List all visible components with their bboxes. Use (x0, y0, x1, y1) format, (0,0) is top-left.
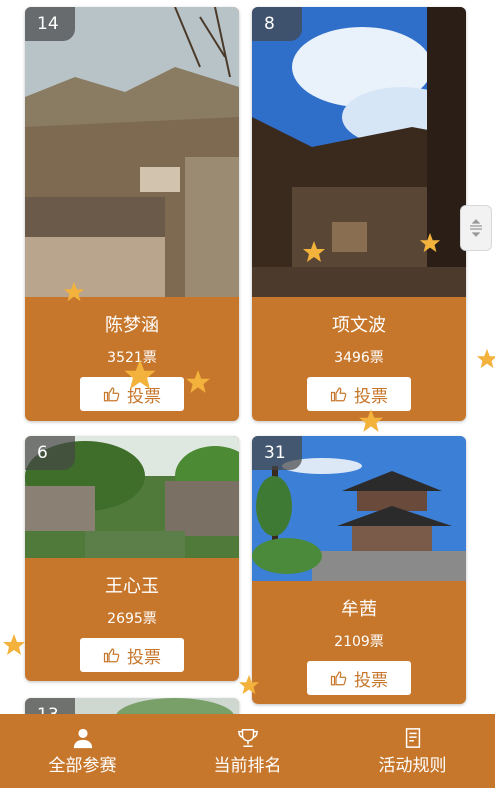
vote-count: 3496票 (334, 350, 384, 366)
thumbs-up-icon (103, 387, 120, 402)
tab-label: 全部参赛 (48, 755, 117, 776)
star-decoration (238, 674, 260, 695)
contestant-card[interactable]: 8 项文波 3496票 投票 (252, 7, 466, 421)
tab-label: 当前排名 (213, 755, 282, 776)
tab-activity-rules[interactable]: 活动规则 (330, 714, 495, 788)
contestant-photo[interactable]: 31 (252, 436, 466, 581)
contestant-number: 6 (25, 436, 75, 470)
contestant-photo[interactable]: 14 (25, 7, 239, 297)
star-decoration (186, 370, 210, 393)
bottom-tab-bar: 全部参赛 当前排名 活动规则 (0, 714, 495, 788)
tab-all-contestants[interactable]: 全部参赛 (0, 714, 165, 788)
thumbs-up-icon (330, 387, 347, 402)
thumbs-up-icon (103, 648, 120, 663)
star-decoration (3, 634, 25, 655)
vote-button[interactable]: 投票 (80, 638, 184, 672)
contestant-name: 项文波 (332, 315, 386, 336)
star-decoration (63, 281, 85, 302)
contestant-photo[interactable]: 6 (25, 436, 239, 558)
contestant-name: 牟茜 (341, 599, 377, 620)
contestant-card[interactable]: 31 牟茜 2109票 投票 (252, 436, 466, 704)
star-decoration (124, 359, 156, 390)
vote-button[interactable]: 投票 (307, 661, 411, 695)
document-icon (405, 727, 420, 748)
tab-label: 活动规则 (378, 755, 447, 776)
star-decoration (359, 409, 383, 432)
thumbs-up-icon (330, 671, 347, 686)
vote-button[interactable]: 投票 (307, 377, 411, 411)
vote-button-label: 投票 (354, 386, 388, 407)
tab-current-ranking[interactable]: 当前排名 (165, 714, 330, 788)
contestant-number: 8 (252, 7, 302, 41)
vote-count: 2695票 (107, 611, 157, 627)
vote-button-label: 投票 (127, 647, 161, 668)
grip-lines-icon (470, 219, 482, 237)
scroll-handle[interactable] (460, 205, 492, 251)
star-decoration (419, 232, 441, 253)
contestant-name: 陈梦涵 (105, 315, 159, 336)
vote-count: 2109票 (334, 634, 384, 650)
person-icon (73, 728, 92, 748)
vote-button-label: 投票 (354, 670, 388, 691)
contestant-number: 14 (25, 7, 75, 41)
trophy-icon (237, 728, 258, 747)
star-decoration (303, 241, 325, 262)
contestant-card[interactable]: 6 王心玉 2695票 投票 (25, 436, 239, 681)
star-decoration (476, 348, 495, 369)
contestant-number: 31 (252, 436, 302, 470)
contestant-name: 王心玉 (105, 576, 159, 597)
